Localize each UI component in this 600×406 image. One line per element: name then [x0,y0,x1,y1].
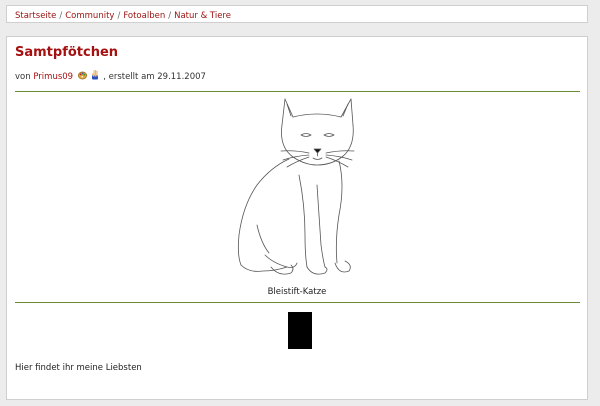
by-label: von [15,72,31,82]
waving-hand-icon[interactable] [91,69,100,80]
media-placeholder[interactable] [288,312,312,349]
breadcrumb-link-fotoalben[interactable]: Fotoalben [123,11,165,21]
breadcrumb: Startseite / Community / Fotoalben / Natur & T… [6,5,588,23]
created-date: , erstellt am 29.11.2007 [103,72,206,82]
photo-image[interactable] [235,95,355,277]
palette-icon[interactable] [77,71,87,80]
breadcrumb-separator: / [168,11,172,21]
album-description: Hier findet ihr meine Liebsten [15,363,142,373]
username-link[interactable]: Primus09 [33,72,73,82]
breadcrumb-link-natur-tiere[interactable]: Natur & Tiere [174,11,231,21]
divider [15,302,580,303]
breadcrumb-link-community[interactable]: Community [65,11,114,21]
breadcrumb-separator: / [59,11,63,21]
breadcrumb-separator: / [117,11,121,21]
divider [15,91,580,92]
album-panel: Samtpfötchen von Primus09 , erstellt am … [6,36,588,400]
photo-caption: Bleistift-Katze [267,287,327,297]
album-meta: von Primus09 , erstellt am 29.11.2007 [15,69,206,82]
breadcrumb-link-startseite[interactable]: Startseite [15,11,56,21]
page-title: Samtpfötchen [15,45,119,60]
